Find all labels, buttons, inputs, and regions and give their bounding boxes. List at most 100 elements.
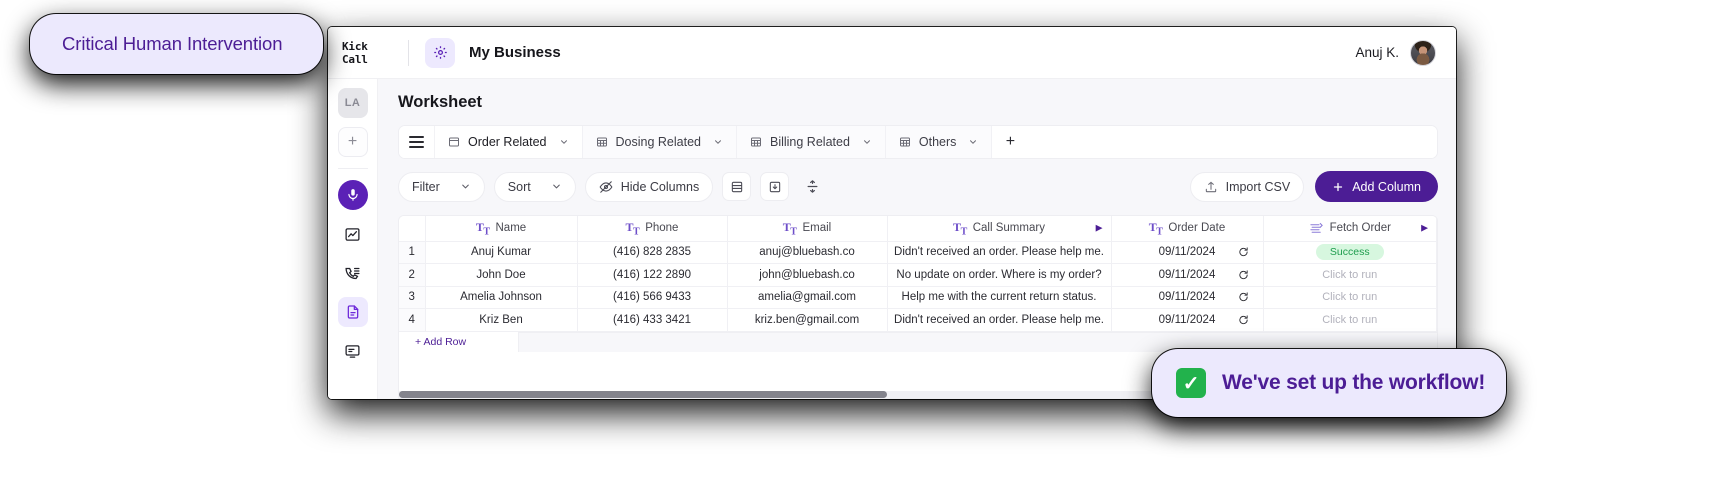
cell-name[interactable]: Anuj Kumar	[425, 241, 578, 264]
table-icon	[750, 136, 762, 148]
cell-name[interactable]: John Doe	[425, 263, 578, 287]
sort-icon	[805, 179, 820, 194]
sidebar-item-analytics[interactable]	[338, 219, 368, 249]
chevron-down-icon	[551, 181, 562, 192]
check-mark-button-icon: ✓	[1176, 368, 1206, 398]
row-number: 4	[399, 308, 426, 332]
tab-dosing-related[interactable]: Dosing Related	[582, 126, 737, 158]
refresh-icon[interactable]	[1238, 247, 1249, 258]
cell-fetch-order[interactable]: Success	[1263, 241, 1437, 264]
toolbar-right-group: Import CSV Add Column	[1189, 171, 1438, 202]
sidebar-avatar[interactable]: LA	[337, 88, 368, 118]
table-row[interactable]: 3 Amelia Johnson (416) 566 9433 amelia@g…	[399, 286, 1437, 309]
cell-order-date[interactable]: 09/11/2024	[1111, 286, 1264, 309]
grid-toolbar: Filter Sort Hide Columns Import CSV Add …	[398, 171, 1438, 202]
sidebar-item-microphone[interactable]	[337, 180, 368, 210]
row-number: 1	[399, 241, 426, 264]
scrollbar-thumb[interactable]	[399, 391, 887, 398]
tab-others[interactable]: Others	[885, 126, 993, 158]
order-date-value: 09/11/2024	[1158, 268, 1216, 281]
column-header-email[interactable]: TT Email	[727, 216, 888, 242]
sort-label: Sort	[507, 179, 531, 194]
sidebar-divider	[337, 168, 368, 169]
cell-order-date[interactable]: 09/11/2024	[1111, 241, 1264, 264]
app-window: Kick Call My Business Anuj K. LA + Works…	[328, 27, 1456, 399]
sort-az-button[interactable]	[798, 172, 827, 201]
column-header-call-summary[interactable]: TT Call Summary ▶	[887, 216, 1112, 242]
play-caret-icon[interactable]: ▶	[1096, 223, 1103, 234]
import-csv-button[interactable]: Import CSV	[1189, 171, 1305, 202]
column-header-phone[interactable]: TT Phone	[577, 216, 728, 242]
order-date-value: 09/11/2024	[1158, 291, 1216, 304]
refresh-icon[interactable]	[1238, 269, 1249, 280]
cell-summary[interactable]: Didn't received an order. Please help me…	[887, 308, 1112, 332]
microphone-icon	[346, 188, 360, 202]
cell-fetch-order[interactable]: Click to run	[1263, 308, 1437, 332]
cell-name[interactable]: Amelia Johnson	[425, 286, 578, 309]
add-sheet-button[interactable]: +	[992, 126, 1029, 158]
tab-order-related[interactable]: Order Related	[435, 126, 583, 158]
chevron-down-icon	[559, 137, 569, 147]
cell-order-date[interactable]: 09/11/2024	[1111, 308, 1264, 332]
row-height-button[interactable]	[722, 172, 752, 201]
cell-phone[interactable]: (416) 433 3421	[577, 308, 728, 332]
upload-icon	[1204, 180, 1218, 194]
cell-summary[interactable]: No update on order. Where is my order?	[887, 263, 1112, 287]
sort-button[interactable]: Sort	[493, 171, 576, 202]
run-action-label: Click to run	[1322, 291, 1378, 304]
table-row[interactable]: 4 Kriz Ben (416) 433 3421 kriz.ben@gmail…	[399, 308, 1437, 332]
cell-phone[interactable]: (416) 122 2890	[577, 263, 728, 287]
sidebar-item-monitor[interactable]	[338, 336, 368, 366]
brand-logo[interactable]: Kick Call	[342, 40, 404, 66]
brand-line-2: Call	[342, 52, 368, 66]
order-date-value: 09/11/2024	[1158, 246, 1216, 259]
cell-fetch-order[interactable]: Click to run	[1263, 286, 1437, 309]
sheets-menu-button[interactable]	[399, 126, 435, 158]
sidebar-item-call-list[interactable]	[338, 258, 368, 288]
data-table: TT Name TT Phone TT Email TT Call Summar…	[399, 216, 1437, 332]
cell-name[interactable]: Kriz Ben	[425, 308, 578, 332]
avatar[interactable]	[1410, 39, 1436, 66]
column-header-order-date[interactable]: TT Order Date	[1111, 216, 1264, 242]
row-height-icon	[730, 180, 744, 194]
cell-email[interactable]: amelia@gmail.com	[727, 286, 888, 309]
text-type-icon: TT	[625, 219, 640, 237]
tab-billing-related[interactable]: Billing Related	[736, 126, 886, 158]
app-topbar: Kick Call My Business Anuj K.	[328, 27, 1456, 79]
table-row[interactable]: 2 John Doe (416) 122 2890 john@bluebash.…	[399, 263, 1437, 287]
hide-columns-label: Hide Columns	[620, 179, 700, 194]
gear-icon[interactable]	[425, 37, 455, 68]
cell-fetch-order[interactable]: Click to run	[1263, 263, 1437, 287]
refresh-icon[interactable]	[1238, 292, 1249, 303]
cell-phone[interactable]: (416) 828 2835	[577, 241, 728, 264]
workspace-title: My Business	[469, 44, 561, 61]
table-body: 1 Anuj Kumar (416) 828 2835 anuj@bluebas…	[399, 241, 1437, 332]
cell-order-date[interactable]: 09/11/2024	[1111, 263, 1264, 287]
download-button[interactable]	[760, 172, 790, 201]
sidebar-rail: LA +	[328, 79, 378, 399]
cell-summary[interactable]: Didn't received an order. Please help me…	[887, 241, 1112, 264]
cell-email[interactable]: anuj@bluebash.co	[727, 241, 888, 264]
callout-bottom-label: We've set up the workflow!	[1222, 371, 1486, 394]
column-header-name[interactable]: TT Name	[425, 216, 578, 242]
play-caret-icon[interactable]: ▶	[1421, 223, 1428, 234]
cell-email[interactable]: kriz.ben@gmail.com	[727, 308, 888, 332]
refresh-icon[interactable]	[1238, 314, 1249, 325]
add-row-button[interactable]: + Add Row	[399, 332, 519, 352]
hide-columns-button[interactable]: Hide Columns	[584, 171, 714, 202]
chevron-down-icon	[862, 137, 872, 147]
add-column-button[interactable]: Add Column	[1315, 171, 1438, 202]
row-number: 3	[399, 286, 426, 309]
filter-button[interactable]: Filter	[398, 171, 485, 202]
document-icon	[345, 304, 361, 320]
column-label: Phone	[645, 222, 679, 235]
cell-phone[interactable]: (416) 566 9433	[577, 286, 728, 309]
sidebar-item-document[interactable]	[337, 297, 368, 327]
table-row[interactable]: 1 Anuj Kumar (416) 828 2835 anuj@bluebas…	[399, 241, 1437, 264]
column-header-fetch-order[interactable]: Fetch Order ▶	[1263, 216, 1437, 242]
cell-email[interactable]: john@bluebash.co	[727, 263, 888, 287]
sidebar-add-button[interactable]: +	[337, 127, 368, 157]
run-action-label: Click to run	[1322, 268, 1378, 281]
chevron-down-icon	[968, 137, 978, 147]
cell-summary[interactable]: Help me with the current return status.	[887, 286, 1112, 309]
